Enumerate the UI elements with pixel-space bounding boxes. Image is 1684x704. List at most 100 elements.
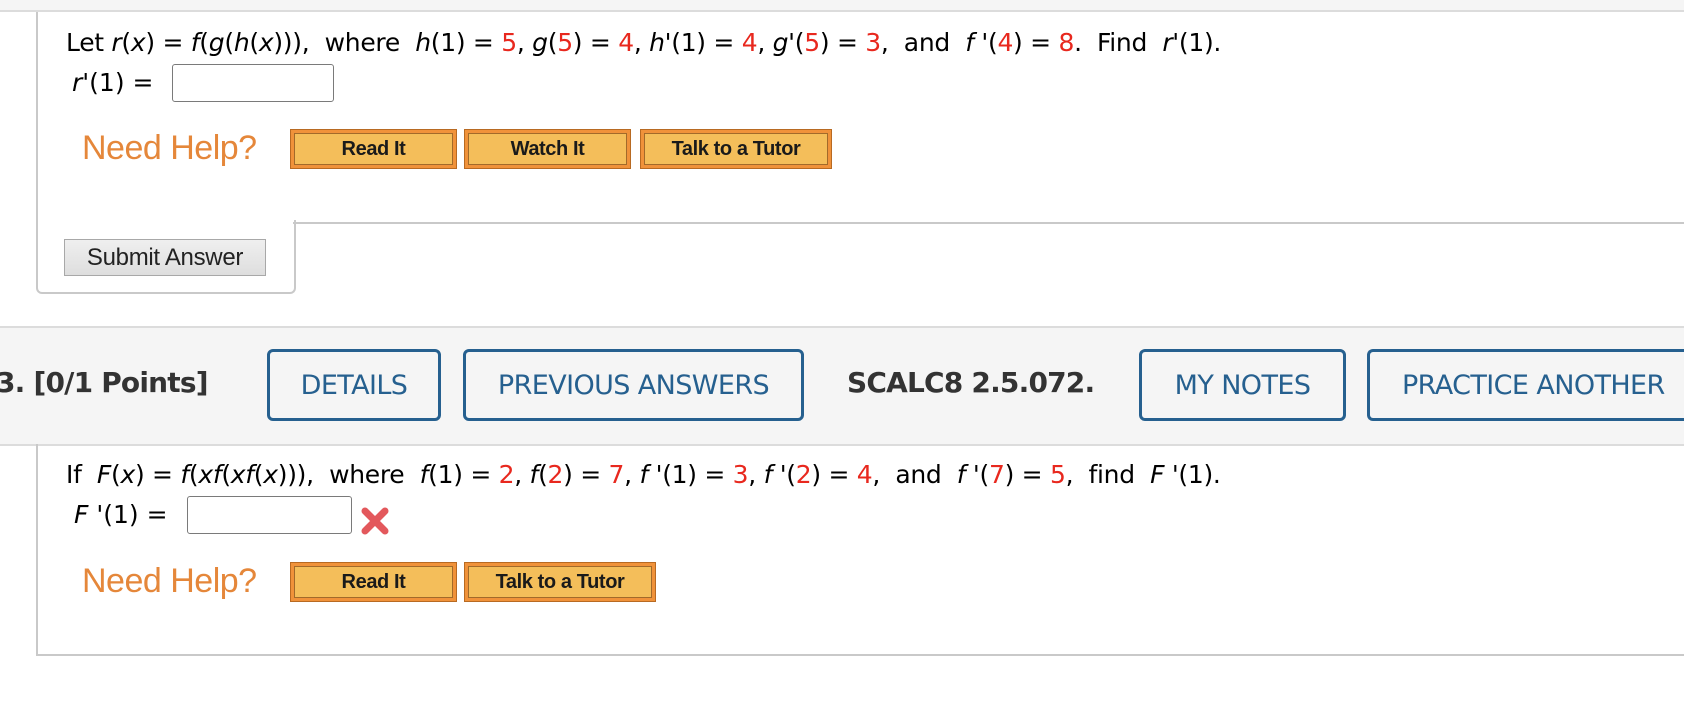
given-value: 8 [1058, 28, 1075, 57]
math-symbol: r [111, 28, 122, 57]
given-value: 4 [741, 28, 758, 57]
given-value: 4 [997, 28, 1014, 57]
math-symbol: x [130, 28, 146, 57]
prompt-text: ) = [1004, 460, 1050, 489]
question-2-watch-it-button[interactable]: Watch It [464, 129, 631, 169]
answer-label-rest: (1) = [103, 500, 168, 529]
given-value: 5 [1049, 460, 1066, 489]
prompt-text: ( [979, 460, 990, 489]
question-3-prompt: If F(x) = f(xf(xf(x))), where f(1) = 2, … [66, 460, 1221, 490]
math-symbol: f [529, 460, 539, 489]
prompt-text: ) = [145, 28, 191, 57]
prompt-text: ( [121, 28, 131, 57]
prompt-text: ) = [819, 28, 866, 57]
math-symbol: h [415, 28, 431, 57]
given-value: 5 [501, 28, 517, 57]
prompt-text: , and [880, 28, 966, 57]
given-value: 2 [547, 460, 564, 489]
prompt-text: (1) = [428, 460, 499, 489]
submit-answer-button[interactable]: Submit Answer [64, 239, 266, 276]
prompt-text: (1) = [671, 28, 742, 57]
prompt-text: (1) = [430, 28, 502, 57]
math-symbol: x [120, 460, 135, 489]
given-value: 4 [856, 460, 873, 489]
math-symbol: h' [649, 28, 672, 57]
prompt-text: where [313, 460, 420, 489]
question-2-answer-input[interactable] [172, 64, 334, 102]
math-symbol: f [180, 460, 189, 489]
my-notes-button[interactable]: MY NOTES [1139, 349, 1346, 421]
prompt-text: ( [221, 460, 231, 489]
answer-label-rest: (1) = [89, 68, 154, 97]
prompt-text: ( [188, 460, 199, 489]
math-symbol: f [419, 460, 429, 489]
math-symbol: g [532, 28, 548, 57]
given-value: 5 [557, 28, 573, 57]
prompt-text: , [516, 28, 533, 57]
prompt-text: ))), [273, 28, 310, 57]
prompt-text: ( [253, 460, 264, 489]
practice-another-button[interactable]: PRACTICE ANOTHER [1367, 349, 1684, 421]
question-3-talk-to-tutor-button[interactable]: Talk to a Tutor [464, 562, 656, 602]
question-3-answer-input[interactable] [187, 496, 352, 534]
prompt-text: , [514, 460, 530, 489]
previous-answers-button[interactable]: PREVIOUS ANSWERS [463, 349, 804, 421]
talk-to-tutor-label: Talk to a Tutor [644, 133, 828, 165]
prompt-text: , [624, 460, 640, 489]
math-symbol: x [263, 460, 278, 489]
question-2-prompt: Let r(x) = f(g(h(x))), where h(1) = 5, g… [66, 28, 1221, 58]
math-symbol: x [258, 28, 274, 57]
question-3-need-help-label: Need Help? [82, 562, 257, 600]
math-symbol: h [233, 28, 250, 57]
prompt-text: , [748, 460, 764, 489]
prompt-text: ( [547, 28, 558, 57]
prompt-text: (1). [1178, 28, 1222, 57]
math-symbol: xf [198, 460, 222, 489]
math-symbol: f ' [639, 460, 663, 489]
prompt-text: ) = [572, 28, 619, 57]
question-2-answer-label: r'(1) = [72, 68, 153, 98]
prompt-text: ( [199, 28, 209, 57]
question-3-read-it-button[interactable]: Read It [290, 562, 457, 602]
question-2-divider [293, 222, 1684, 224]
math-symbol: F [96, 460, 111, 489]
prompt-text: If [66, 460, 97, 489]
read-it-label: Read It [294, 566, 453, 598]
math-symbol: f ' [763, 460, 787, 489]
question-3-points: 3. [0/1 Points] [0, 366, 209, 399]
prompt-text: (1) = [662, 460, 733, 489]
read-it-label: Read It [294, 133, 453, 165]
math-symbol: r' [1162, 28, 1179, 57]
prompt-text: . Find [1074, 28, 1163, 57]
prompt-text: ( [224, 28, 234, 57]
math-symbol: g' [772, 28, 795, 57]
prompt-text: , and [872, 460, 957, 489]
prompt-text: ( [538, 460, 548, 489]
prompt-text: where [309, 28, 416, 57]
math-symbol: f ' [965, 28, 988, 57]
prompt-text: ( [794, 28, 805, 57]
prompt-text: ( [786, 460, 796, 489]
given-value: 4 [618, 28, 634, 57]
question-2-read-it-button[interactable]: Read It [290, 129, 457, 169]
given-value: 3 [865, 28, 881, 57]
answer-label-function: r' [72, 68, 90, 97]
prompt-text: ) = [1013, 28, 1059, 57]
math-symbol: F ' [1150, 460, 1179, 489]
prompt-text: (1). [1178, 460, 1221, 489]
math-symbol: f ' [956, 460, 980, 489]
incorrect-x-icon [361, 507, 389, 535]
details-button[interactable]: DETAILS [267, 349, 441, 421]
prompt-text: ( [249, 28, 259, 57]
prompt-text: Let [66, 28, 112, 57]
given-value: 2 [498, 460, 515, 489]
given-value: 7 [988, 460, 1005, 489]
problem-code: SCALC8 2.5.072. [847, 366, 1095, 399]
given-value: 3 [732, 460, 749, 489]
watch-it-label: Watch It [468, 133, 627, 165]
prompt-text: , [757, 28, 773, 57]
question-2-talk-to-tutor-button[interactable]: Talk to a Tutor [640, 129, 832, 169]
prompt-text: , find [1065, 460, 1151, 489]
given-value: 5 [804, 28, 820, 57]
question-2-need-help-label: Need Help? [82, 129, 257, 167]
